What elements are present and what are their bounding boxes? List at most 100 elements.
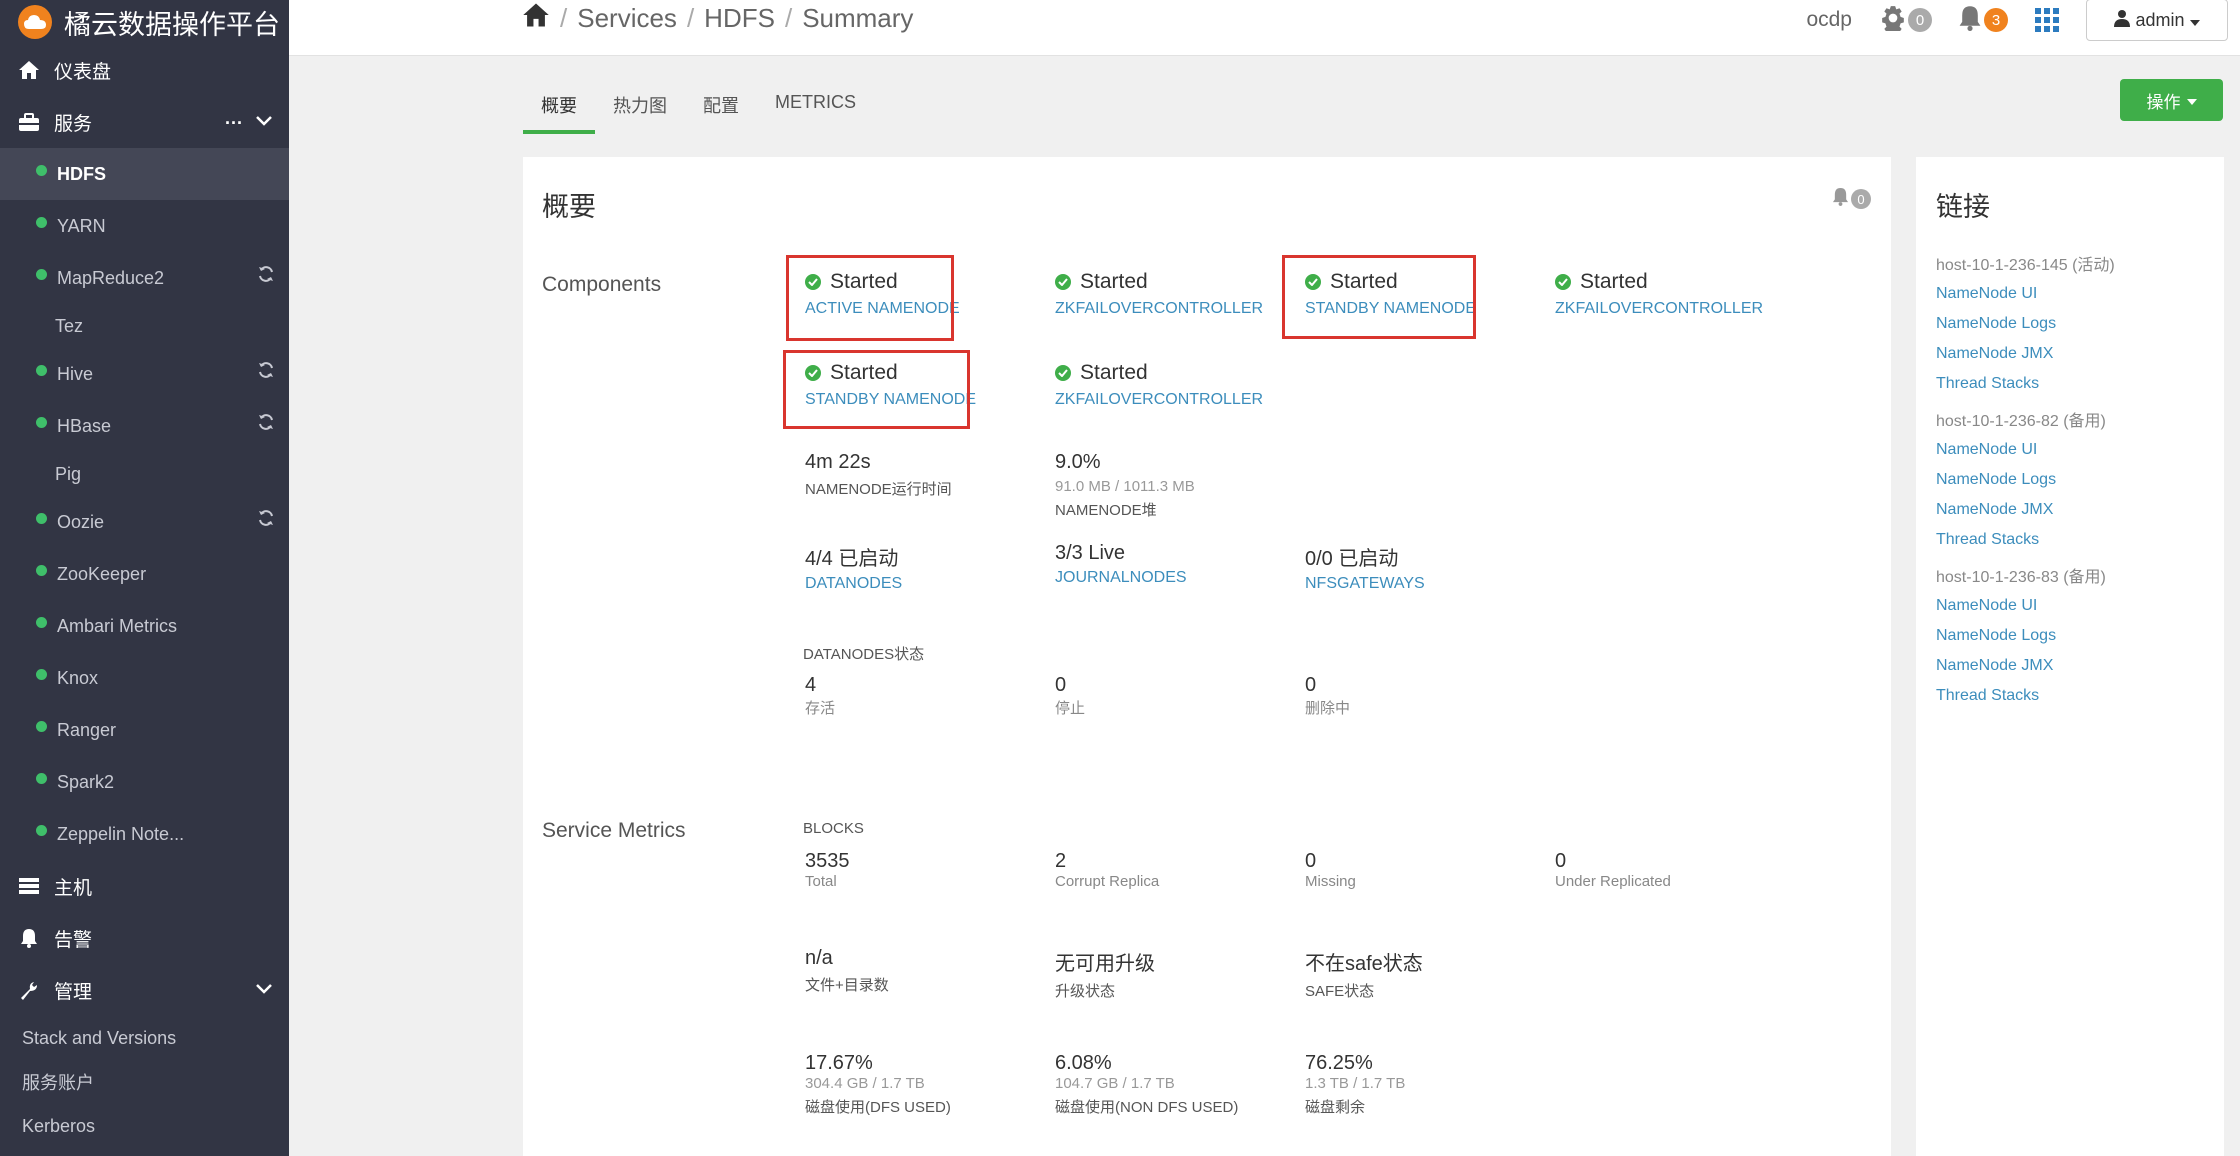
refresh-icon[interactable]	[257, 509, 275, 532]
brand[interactable]: 橘云数据操作平台	[0, 0, 289, 44]
component-link[interactable]: ZKFAILOVERCONTROLLER	[1055, 300, 1263, 318]
link-thread-stacks[interactable]: Thread Stacks	[1936, 375, 2039, 393]
status-dot-icon	[36, 668, 47, 680]
metric-value: 4/4 已启动	[805, 548, 899, 570]
metric-label: SAFE状态	[1305, 983, 1375, 1000]
cloud-logo-icon	[18, 5, 52, 39]
breadcrumb-hdfs[interactable]: HDFS	[704, 3, 775, 34]
sidebar-service-hbase[interactable]: HBase	[0, 400, 289, 452]
sidebar-service-hdfs[interactable]: HDFS	[0, 148, 289, 200]
link-namenode-logs[interactable]: NameNode Logs	[1936, 471, 2056, 489]
alerts-button[interactable]: 3	[1958, 5, 2008, 36]
metric-label: Corrupt Replica	[1055, 873, 1160, 890]
link-namenode-ui[interactable]: NameNode UI	[1936, 285, 2037, 303]
blocks-header: BLOCKS	[803, 820, 864, 837]
sidebar-service-yarn[interactable]: YARN	[0, 200, 289, 252]
metric-value: 0	[1055, 674, 1067, 696]
metric-label: 文件+目录数	[805, 977, 889, 994]
component-status: Started	[1080, 361, 1148, 384]
link-namenode-ui[interactable]: NameNode UI	[1936, 441, 2037, 459]
sidebar-item-hosts[interactable]: 主机	[0, 860, 289, 912]
sidebar-item-admin[interactable]: 管理	[0, 964, 289, 1016]
metric-label: 存活	[805, 700, 836, 717]
apps-grid-icon[interactable]	[2034, 7, 2060, 33]
component-status: Started	[1580, 270, 1648, 293]
sidebar-service-mapreduce2[interactable]: MapReduce2	[0, 252, 289, 304]
metric-label: Missing	[1305, 873, 1356, 890]
component-link[interactable]: ZKFAILOVERCONTROLLER	[1555, 300, 1763, 318]
namenode-uptime: 4m 22s NAMENODE运行时间	[805, 451, 952, 499]
sidebar-item-label: Ambari Metrics	[57, 615, 178, 636]
refresh-icon[interactable]	[257, 361, 275, 384]
link-namenode-jmx[interactable]: NameNode JMX	[1936, 501, 2053, 519]
tab-summary[interactable]: 概要	[523, 88, 595, 134]
status-dot-icon	[36, 364, 47, 376]
sidebar-service-hive[interactable]: Hive	[0, 348, 289, 400]
tab-configs[interactable]: 配置	[685, 88, 757, 134]
link-namenode-logs[interactable]: NameNode Logs	[1936, 315, 2056, 333]
tab-heatmaps[interactable]: 热力图	[595, 88, 685, 134]
chevron-down-icon[interactable]	[255, 111, 273, 133]
sidebar-item-label: 主机	[54, 877, 93, 899]
service-actions-button[interactable]: 操作	[2120, 79, 2223, 121]
metric-label: NAMENODE堆	[1055, 502, 1157, 519]
sidebar-service-zeppelin-note[interactable]: Zeppelin Note...	[0, 808, 289, 860]
user-menu-button[interactable]: admin	[2086, 0, 2228, 41]
datanodes: 4/4 已启动 DATANODES	[805, 542, 902, 593]
metric-label: 磁盘使用(DFS USED)	[805, 1099, 951, 1116]
nfsgateways-link[interactable]: NFSGATEWAYS	[1305, 575, 1425, 593]
metric-detail: 1.3 TB / 1.7 TB	[1305, 1075, 1406, 1092]
journalnodes: 3/3 Live JOURNALNODES	[1055, 542, 1187, 587]
service-tabs: 概要 热力图 配置 METRICS	[523, 88, 874, 134]
home-icon[interactable]	[522, 2, 550, 35]
metric-detail: 91.0 MB / 1011.3 MB	[1055, 478, 1195, 495]
tab-metrics[interactable]: METRICS	[757, 88, 874, 134]
link-namenode-ui[interactable]: NameNode UI	[1936, 597, 2037, 615]
link-thread-stacks[interactable]: Thread Stacks	[1936, 531, 2039, 549]
sidebar-item-label: ZooKeeper	[57, 563, 147, 584]
highlight-box	[786, 255, 954, 341]
link-namenode-jmx[interactable]: NameNode JMX	[1936, 345, 2053, 363]
sidebar-service-zookeeper[interactable]: ZooKeeper	[0, 548, 289, 600]
sidebar-item-dashboard[interactable]: 仪表盘	[0, 44, 289, 96]
sidebar-service-oozie[interactable]: Oozie	[0, 496, 289, 548]
breadcrumb-services[interactable]: Services	[577, 3, 677, 34]
summary-panel: 概要 0 Components Started ACTIVE NAMENODE …	[523, 157, 1891, 1156]
metric-label: 磁盘使用(NON DFS USED)	[1055, 1099, 1239, 1116]
links-title: 链接	[1936, 192, 1990, 222]
status-dot-icon	[36, 616, 47, 628]
status-dot-icon	[36, 720, 47, 732]
metric-value: 0	[1305, 674, 1317, 696]
status-dot-icon	[36, 216, 47, 228]
refresh-icon[interactable]	[257, 265, 275, 288]
components-label: Components	[542, 273, 662, 296]
service-alerts-button[interactable]: 0	[1832, 187, 1871, 211]
sidebar-item-alerts[interactable]: 告警	[0, 912, 289, 964]
sidebar-service-pig[interactable]: Pig	[0, 452, 289, 496]
link-thread-stacks[interactable]: Thread Stacks	[1936, 687, 2039, 705]
sidebar-service-tez[interactable]: Tez	[0, 304, 289, 348]
sidebar-item-label: 仪表盘	[54, 61, 112, 83]
component-zkfc: Started ZKFAILOVERCONTROLLER	[1055, 361, 1263, 409]
journalnodes-link[interactable]: JOURNALNODES	[1055, 569, 1187, 587]
component-zkfc: Started ZKFAILOVERCONTROLLER	[1055, 270, 1263, 318]
cluster-name: ocdp	[1806, 8, 1852, 31]
background-ops-button[interactable]: 0	[1880, 5, 1932, 36]
sidebar-service-ranger[interactable]: Ranger	[0, 704, 289, 756]
sidebar-item-kerberos[interactable]: Kerberos	[0, 1104, 289, 1148]
refresh-icon[interactable]	[257, 413, 275, 436]
component-link[interactable]: ZKFAILOVERCONTROLLER	[1055, 391, 1263, 409]
sidebar-item-service-accounts[interactable]: 服务账户	[0, 1060, 289, 1104]
chevron-down-icon[interactable]	[255, 979, 273, 1001]
link-namenode-jmx[interactable]: NameNode JMX	[1936, 657, 2053, 675]
metric-label: NAMENODE运行时间	[805, 481, 952, 498]
datanodes-link[interactable]: DATANODES	[805, 575, 902, 593]
sidebar-service-knox[interactable]: Knox	[0, 652, 289, 704]
sidebar-service-ambari-metrics[interactable]: Ambari Metrics	[0, 600, 289, 652]
sidebar-item-services[interactable]: 服务 ...	[0, 96, 289, 148]
more-icon[interactable]: ...	[225, 108, 243, 129]
sidebar-item-stack-versions[interactable]: Stack and Versions	[0, 1016, 289, 1060]
link-namenode-logs[interactable]: NameNode Logs	[1936, 627, 2056, 645]
sidebar-service-spark2[interactable]: Spark2	[0, 756, 289, 808]
sidebar-item-label: Zeppelin Note...	[57, 823, 185, 844]
